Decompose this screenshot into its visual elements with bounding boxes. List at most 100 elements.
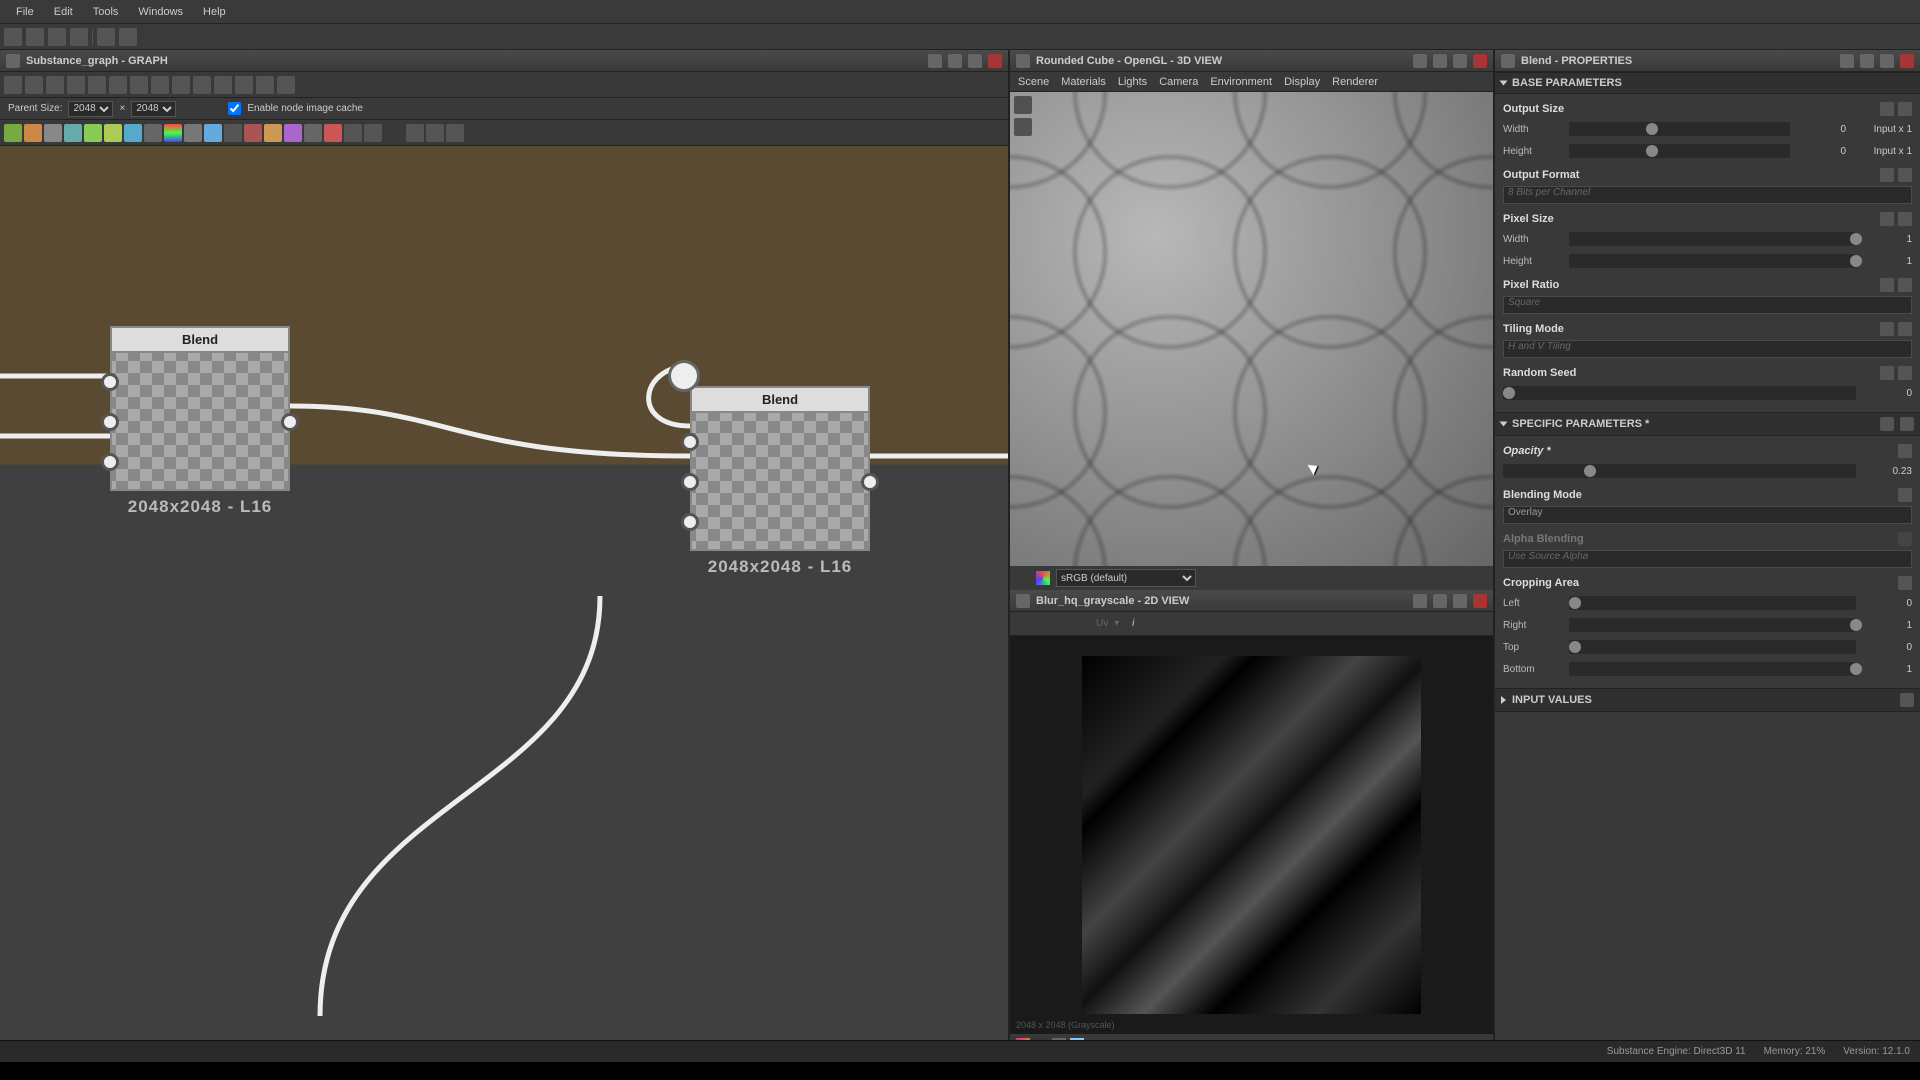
restore-icon[interactable] [1433, 54, 1447, 68]
view3d-menu-scene[interactable]: Scene [1018, 76, 1049, 88]
pixel-width-slider[interactable] [1569, 232, 1856, 246]
port-in-3[interactable] [681, 513, 699, 531]
palette-frame-icon[interactable] [426, 124, 444, 142]
port-out[interactable] [861, 473, 879, 491]
output-width-value[interactable]: 0 [1796, 124, 1846, 135]
close-icon[interactable] [1473, 54, 1487, 68]
port-out[interactable] [281, 413, 299, 431]
crop-top-value[interactable]: 0 [1862, 642, 1912, 653]
align-icon[interactable] [151, 76, 169, 94]
crop-right-slider[interactable] [1569, 618, 1856, 632]
output-height-slider[interactable] [1569, 144, 1790, 158]
menu-icon[interactable] [1898, 212, 1912, 226]
info-toggle-icon[interactable]: i [1125, 616, 1141, 632]
pixel-ratio-select[interactable]: Square [1503, 296, 1912, 314]
pan-tool-icon[interactable] [25, 76, 43, 94]
parent-size-width[interactable]: 2048 [68, 101, 113, 117]
new-icon[interactable] [4, 28, 22, 46]
cache-checkbox[interactable] [228, 102, 241, 115]
restore-icon[interactable] [948, 54, 962, 68]
section-input-values[interactable]: INPUT VALUES [1495, 688, 1920, 712]
uv-label[interactable]: Uv [1096, 618, 1108, 629]
menu-tools[interactable]: Tools [83, 2, 129, 22]
parent-size-height[interactable]: 2048 [131, 101, 176, 117]
crop-right-value[interactable]: 1 [1862, 620, 1912, 631]
random-seed-slider[interactable] [1503, 386, 1856, 400]
palette-more-icon[interactable] [364, 124, 382, 142]
add-icon[interactable] [1900, 693, 1914, 707]
port-in-3[interactable] [101, 453, 119, 471]
palette-pin-icon[interactable] [446, 124, 464, 142]
snap-icon[interactable] [172, 76, 190, 94]
palette-grayscale-icon[interactable] [144, 124, 162, 142]
info-overlay-icon[interactable] [1016, 571, 1030, 585]
copy-image-icon[interactable] [1060, 616, 1076, 632]
palette-uniform-icon[interactable] [44, 124, 62, 142]
port-in-1[interactable] [681, 433, 699, 451]
link-icon[interactable] [1880, 366, 1894, 380]
fit-icon[interactable] [109, 76, 127, 94]
menu-icon[interactable] [1900, 417, 1914, 431]
graph-canvas[interactable]: Blend 2048x2048 - L16 Blend [0, 146, 1008, 1056]
camera-icon[interactable] [46, 76, 64, 94]
link-icon[interactable] [1880, 168, 1894, 182]
open-image-icon[interactable] [1016, 616, 1032, 632]
colorspace-select[interactable]: sRGB (default) [1056, 569, 1196, 587]
link-icon[interactable] [1880, 102, 1894, 116]
output-height-mode[interactable]: Input x 1 [1852, 146, 1912, 157]
port-in-2[interactable] [101, 413, 119, 431]
pixel-width-value[interactable]: 1 [1862, 234, 1912, 245]
palette-bitmap-icon[interactable] [324, 124, 342, 142]
crop-left-slider[interactable] [1569, 596, 1856, 610]
save-image-icon[interactable] [1038, 616, 1054, 632]
output-height-value[interactable]: 0 [1796, 146, 1846, 157]
flow-icon[interactable] [193, 76, 211, 94]
palette-levels-icon[interactable] [84, 124, 102, 142]
view3d-viewport[interactable] [1010, 92, 1493, 566]
output-width-slider[interactable] [1569, 122, 1790, 136]
random-seed-value[interactable]: 0 [1862, 388, 1912, 399]
view3d-menu-materials[interactable]: Materials [1061, 76, 1106, 88]
camera-overlay-icon[interactable] [1014, 96, 1032, 114]
palette-output-icon[interactable] [24, 124, 42, 142]
tiling-mode-select[interactable]: H and V Tiling [1503, 340, 1912, 358]
menu-icon[interactable] [1898, 322, 1912, 336]
maximize-icon[interactable] [1453, 594, 1467, 608]
close-icon[interactable] [1900, 54, 1914, 68]
menu-icon[interactable] [1898, 444, 1912, 458]
section-base-parameters[interactable]: BASE PARAMETERS [1495, 72, 1920, 94]
menu-windows[interactable]: Windows [128, 2, 193, 22]
menu-icon[interactable] [1898, 576, 1912, 590]
maximize-icon[interactable] [968, 54, 982, 68]
palette-normal-icon[interactable] [204, 124, 222, 142]
crop-left-value[interactable]: 0 [1862, 598, 1912, 609]
opacity-slider[interactable] [1503, 464, 1856, 478]
histogram-icon[interactable] [1147, 616, 1163, 632]
output-format-select[interactable]: 8 Bits per Channel [1503, 186, 1912, 204]
menu-icon[interactable] [1898, 532, 1912, 546]
node-blend-2[interactable]: Blend 2048x2048 - L16 [690, 386, 870, 577]
palette-channels-icon[interactable] [184, 124, 202, 142]
reload-icon[interactable] [214, 76, 232, 94]
palette-svg-icon[interactable] [304, 124, 322, 142]
redo-icon[interactable] [119, 28, 137, 46]
pin-icon[interactable] [928, 54, 942, 68]
crop-bottom-slider[interactable] [1569, 662, 1856, 676]
save-icon[interactable] [48, 28, 66, 46]
node-blend-1[interactable]: Blend 2048x2048 - L16 [110, 326, 290, 517]
view2d-viewport[interactable]: 2048 x 2048 (Grayscale) [1010, 636, 1493, 1034]
link-icon[interactable] [1880, 212, 1894, 226]
select-tool-icon[interactable] [4, 76, 22, 94]
light-overlay-icon[interactable] [1014, 118, 1032, 136]
maximize-icon[interactable] [1453, 54, 1467, 68]
palette-blend-icon[interactable] [64, 124, 82, 142]
zoom-icon[interactable] [88, 76, 106, 94]
port-in-2[interactable] [681, 473, 699, 491]
restore-icon[interactable] [1433, 594, 1447, 608]
restore-icon[interactable] [1860, 54, 1874, 68]
link-icon[interactable] [1880, 278, 1894, 292]
palette-text-icon[interactable] [284, 124, 302, 142]
view3d-menu-environment[interactable]: Environment [1210, 76, 1272, 88]
close-icon[interactable] [988, 54, 1002, 68]
palette-input-icon[interactable] [4, 124, 22, 142]
